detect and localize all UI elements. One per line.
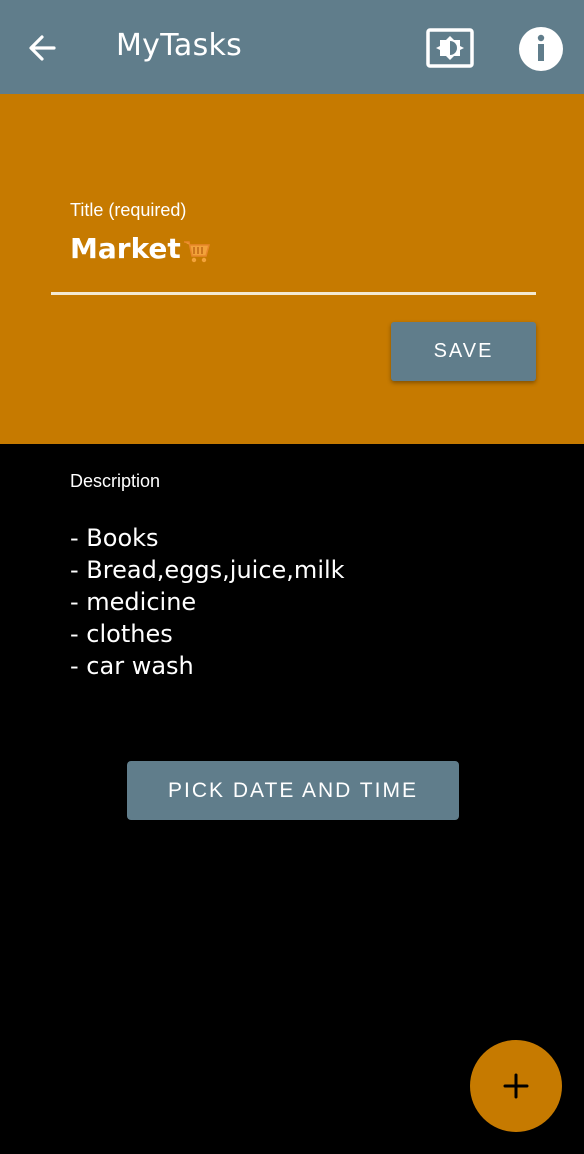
description-line: - medicine [70, 588, 197, 616]
pick-date-time-button[interactable]: PICK DATE AND TIME [127, 761, 459, 820]
back-button[interactable] [22, 26, 66, 70]
description-line: - Bread,eggs,juice,milk [70, 556, 345, 584]
title-input[interactable]: Market [70, 228, 530, 268]
title-panel [0, 94, 584, 444]
brightness-icon [426, 28, 474, 68]
app-bar: MyTasks [0, 0, 584, 94]
info-button[interactable] [516, 24, 566, 74]
description-line: - Books [70, 524, 159, 552]
title-value: Market [70, 231, 181, 265]
title-field-label: Title (required) [70, 200, 187, 220]
shopping-cart-icon [183, 237, 211, 265]
save-button[interactable]: SAVE [391, 322, 536, 381]
brightness-button[interactable] [424, 26, 476, 70]
plus-icon [503, 1073, 529, 1099]
add-fab-button[interactable] [470, 1040, 562, 1132]
description-input[interactable]: - Books - Bread,eggs,juice,milk - medici… [70, 522, 540, 682]
arrow-left-icon [29, 35, 56, 61]
description-line: - car wash [70, 652, 194, 680]
title-underline [51, 292, 536, 295]
info-icon [519, 27, 563, 71]
app-title: MyTasks [116, 28, 243, 63]
description-line: - clothes [70, 620, 173, 648]
description-label: Description [70, 471, 161, 491]
